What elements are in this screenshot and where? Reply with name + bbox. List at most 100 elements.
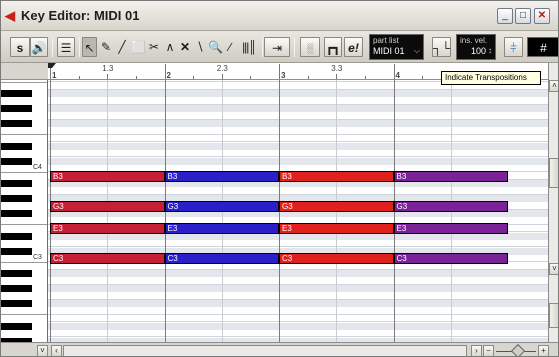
- midi-note[interactable]: B3: [393, 170, 508, 182]
- ruler-corner: [1, 63, 48, 80]
- piano-black-key[interactable]: [1, 285, 32, 292]
- part-list-label: part list: [373, 36, 399, 45]
- midi-note[interactable]: E3: [50, 223, 165, 234]
- grid-type-field[interactable]: #: [527, 37, 558, 57]
- ruler-label: 2.3: [216, 64, 228, 73]
- scroll-up-button[interactable]: ˄: [549, 80, 558, 92]
- warp-icon: ∕: [228, 40, 231, 54]
- piano-black-key[interactable]: [1, 322, 32, 330]
- scroll-right-button[interactable]: ›: [471, 345, 482, 356]
- line-icon: ╱: [118, 40, 126, 54]
- scroll-down-icon: ˅: [552, 264, 557, 273]
- piano-black-key[interactable]: [1, 210, 32, 217]
- midi-note[interactable]: C3: [164, 253, 279, 264]
- maximize-icon: □: [519, 10, 527, 21]
- draw-tool[interactable]: ✎: [99, 37, 113, 57]
- midi-note[interactable]: E3: [164, 223, 279, 234]
- piano-black-key[interactable]: [1, 270, 32, 277]
- vertical-scroll-thumb[interactable]: [549, 158, 558, 188]
- scroll-menu-button[interactable]: ˅: [37, 345, 48, 356]
- solo-editor-button[interactable]: s: [10, 37, 30, 57]
- horizontal-scroll-track[interactable]: [63, 345, 467, 356]
- piano-black-key[interactable]: [1, 300, 32, 307]
- indicate-transpositions-button[interactable]: ┐└: [432, 37, 451, 57]
- note-grid[interactable]: B3 B3 B3 B3 G3 G3 G3 G3 E3 E3 E3 E3 C3 C3 C3 C3: [48, 80, 548, 342]
- hash-icon: #: [540, 41, 547, 55]
- piano-black-key[interactable]: [1, 247, 32, 255]
- insert-velocity-value: 100: [471, 46, 487, 56]
- ruler-minor-tick: [250, 76, 252, 79]
- zoom-in-button[interactable]: +: [538, 345, 549, 356]
- midi-note[interactable]: G3: [279, 200, 394, 212]
- erase-tool[interactable]: ∖: [193, 37, 207, 57]
- piano-black-key[interactable]: [1, 195, 32, 202]
- edit-active-part-button[interactable]: e!: [344, 37, 363, 57]
- time-warp-tool[interactable]: ∕: [223, 37, 237, 57]
- piano-black-key[interactable]: [1, 232, 32, 240]
- ruler-minor-tick: [336, 76, 338, 79]
- vertical-scrollbar[interactable]: ˄ ˅: [548, 63, 558, 342]
- glue-tool[interactable]: ∧: [163, 37, 177, 57]
- piano-black-key[interactable]: [1, 180, 32, 187]
- midi-note[interactable]: G3: [50, 200, 165, 212]
- arrow-cursor-icon: ↖: [84, 41, 95, 55]
- autoscroll-button[interactable]: ⇥: [264, 37, 290, 57]
- scrub-tool[interactable]: |||║: [238, 37, 260, 57]
- midi-note[interactable]: G3: [393, 200, 508, 212]
- scroll-left-button[interactable]: ‹: [51, 345, 62, 356]
- midi-note[interactable]: G3: [164, 200, 279, 212]
- midi-note[interactable]: C3: [279, 253, 394, 264]
- piano-key-label: C3: [33, 254, 42, 261]
- piano-black-key[interactable]: [1, 105, 32, 112]
- midi-note[interactable]: B3: [164, 170, 279, 182]
- zoom-tool[interactable]: 🔍: [208, 37, 223, 57]
- object-selection-tool[interactable]: ↖: [82, 37, 97, 57]
- vertical-zoom-slider[interactable]: [549, 303, 558, 328]
- piano-keyboard[interactable]: C4 C3: [1, 80, 48, 342]
- insert-velocity-field[interactable]: ins. vel. 100 ↕: [456, 34, 496, 60]
- midi-note[interactable]: C3: [393, 253, 508, 264]
- part-borders-button[interactable]: ┏┓: [324, 37, 342, 57]
- auto-select-controllers-button[interactable]: ░: [300, 37, 320, 57]
- comp-icon: |||║: [242, 40, 257, 54]
- horizontal-scrollbar[interactable]: ˅ ‹ › − +: [1, 342, 558, 356]
- horizontal-zoom-handle[interactable]: [510, 343, 526, 356]
- left-locator-marker[interactable]: [48, 63, 56, 68]
- midi-note[interactable]: E3: [393, 223, 508, 234]
- midi-note[interactable]: E3: [279, 223, 394, 234]
- zoom-in-icon: +: [541, 346, 546, 355]
- black-key-lane: [48, 270, 548, 277]
- minimize-button[interactable]: _: [497, 8, 513, 24]
- piano-key-label: C4: [33, 164, 42, 171]
- ruler-minor-tick: [135, 76, 137, 79]
- scroll-down-button[interactable]: ˅: [549, 263, 558, 275]
- eraser-tool[interactable]: ⬜: [131, 37, 146, 57]
- black-key-lane: [48, 120, 548, 127]
- maximize-button[interactable]: □: [515, 8, 531, 24]
- tooltip: Indicate Transpositions: [441, 71, 541, 85]
- toolbar: s 🔊 ☰ ↖ ✎ ╱ ⬜ ✂ ∧ ✕ ∖ 🔍 ∕ |||║ ⇥ ░ ┏┓ e!…: [1, 31, 558, 63]
- line-tool[interactable]: ╱: [115, 37, 129, 57]
- piano-black-key[interactable]: [1, 90, 32, 97]
- show-info-button[interactable]: ☰: [57, 37, 75, 57]
- mute-tool[interactable]: ✕: [178, 37, 192, 57]
- ruler-minor-tick: [422, 76, 424, 79]
- piano-black-key[interactable]: [1, 142, 32, 150]
- transposition-icon: ┐└: [433, 41, 451, 55]
- piano-black-key[interactable]: [1, 120, 32, 127]
- midi-note[interactable]: B3: [50, 170, 165, 182]
- black-key-lane: [48, 157, 548, 165]
- midi-note[interactable]: B3: [279, 170, 394, 182]
- split-tool[interactable]: ✂: [147, 37, 161, 57]
- edit-icon: e!: [348, 41, 359, 55]
- ruler-label: 4: [395, 71, 400, 80]
- listen-button[interactable]: 🔊: [30, 37, 48, 57]
- stepper-icon: ↕: [488, 46, 492, 55]
- snap-button[interactable]: ⫩: [504, 37, 523, 57]
- midi-note[interactable]: C3: [50, 253, 165, 264]
- scissors-icon: ✂: [148, 40, 160, 54]
- piano-black-key[interactable]: [1, 157, 32, 165]
- part-list-selector[interactable]: part list MIDI 01 ⌵: [369, 34, 424, 60]
- close-button[interactable]: ✕: [534, 8, 550, 24]
- zoom-out-button[interactable]: −: [483, 345, 494, 356]
